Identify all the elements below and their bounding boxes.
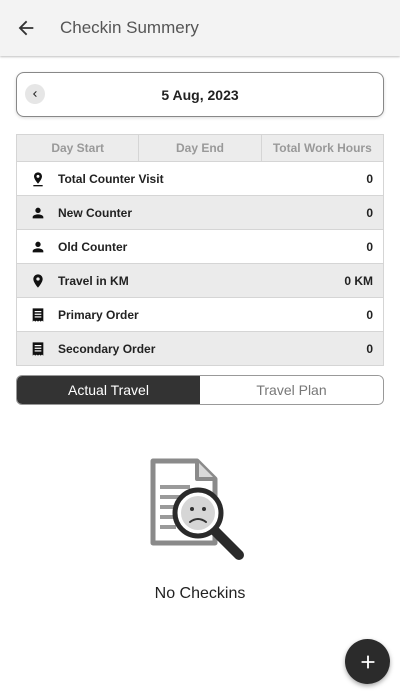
add-checkin-button[interactable] <box>345 639 390 684</box>
summary-row-new-counter: New Counter 0 <box>17 195 383 229</box>
summary-row-total-counter-visit: Total Counter Visit 0 <box>17 161 383 195</box>
page-title: Checkin Summery <box>60 18 199 37</box>
chevron-left-icon <box>33 91 37 97</box>
tab-travel-plan[interactable]: Travel Plan <box>200 376 383 404</box>
tab-actual-travel[interactable]: Actual Travel <box>17 376 200 404</box>
empty-state-message: No Checkins <box>154 585 246 602</box>
row-label: Secondary Order <box>58 341 156 356</box>
back-button[interactable] <box>0 0 52 56</box>
selected-date: 5 Aug, 2023 <box>161 86 239 103</box>
row-label: New Counter <box>58 205 133 220</box>
date-selector: 5 Aug, 2023 <box>16 72 384 117</box>
summary-row-travel-in-km: Travel in KM 0 KM <box>17 263 383 297</box>
row-value: 0 <box>366 307 373 322</box>
person-icon <box>29 238 47 256</box>
summary-row-old-counter: Old Counter 0 <box>17 229 383 263</box>
plus-icon <box>361 655 374 668</box>
header-total-work-hours: Total Work Hours <box>272 141 372 155</box>
app-bar: Checkin Summery <box>0 0 400 56</box>
person-icon <box>29 204 47 222</box>
map-pin-icon <box>29 170 47 188</box>
header-day-end: Day End <box>139 135 262 161</box>
empty-state: No Checkins <box>0 455 400 603</box>
previous-date-button[interactable] <box>25 84 45 104</box>
row-value: 0 <box>366 205 373 220</box>
row-value: 0 KM <box>344 273 373 288</box>
row-label: Primary Order <box>58 307 139 322</box>
row-value: 0 <box>366 341 373 356</box>
document-search-icon <box>150 458 244 560</box>
receipt-icon <box>29 340 47 358</box>
summary-header: Day Start Day End Total Work Hours <box>17 135 383 161</box>
row-label: Old Counter <box>58 239 128 254</box>
summary-row-secondary-order: Secondary Order 0 <box>17 331 383 365</box>
checkin-summary-table: Day Start Day End Total Work Hours Total… <box>16 134 384 366</box>
location-icon <box>29 272 47 290</box>
row-label: Total Counter Visit <box>58 171 164 186</box>
receipt-icon <box>29 306 47 324</box>
header-day-start: Day Start <box>17 135 140 161</box>
row-value: 0 <box>366 239 373 254</box>
summary-row-primary-order: Primary Order 0 <box>17 297 383 331</box>
arrow-left-icon <box>18 20 34 36</box>
row-value: 0 <box>366 171 373 186</box>
travel-tabs: Actual Travel Travel Plan <box>16 375 384 405</box>
row-label: Travel in KM <box>58 273 129 288</box>
